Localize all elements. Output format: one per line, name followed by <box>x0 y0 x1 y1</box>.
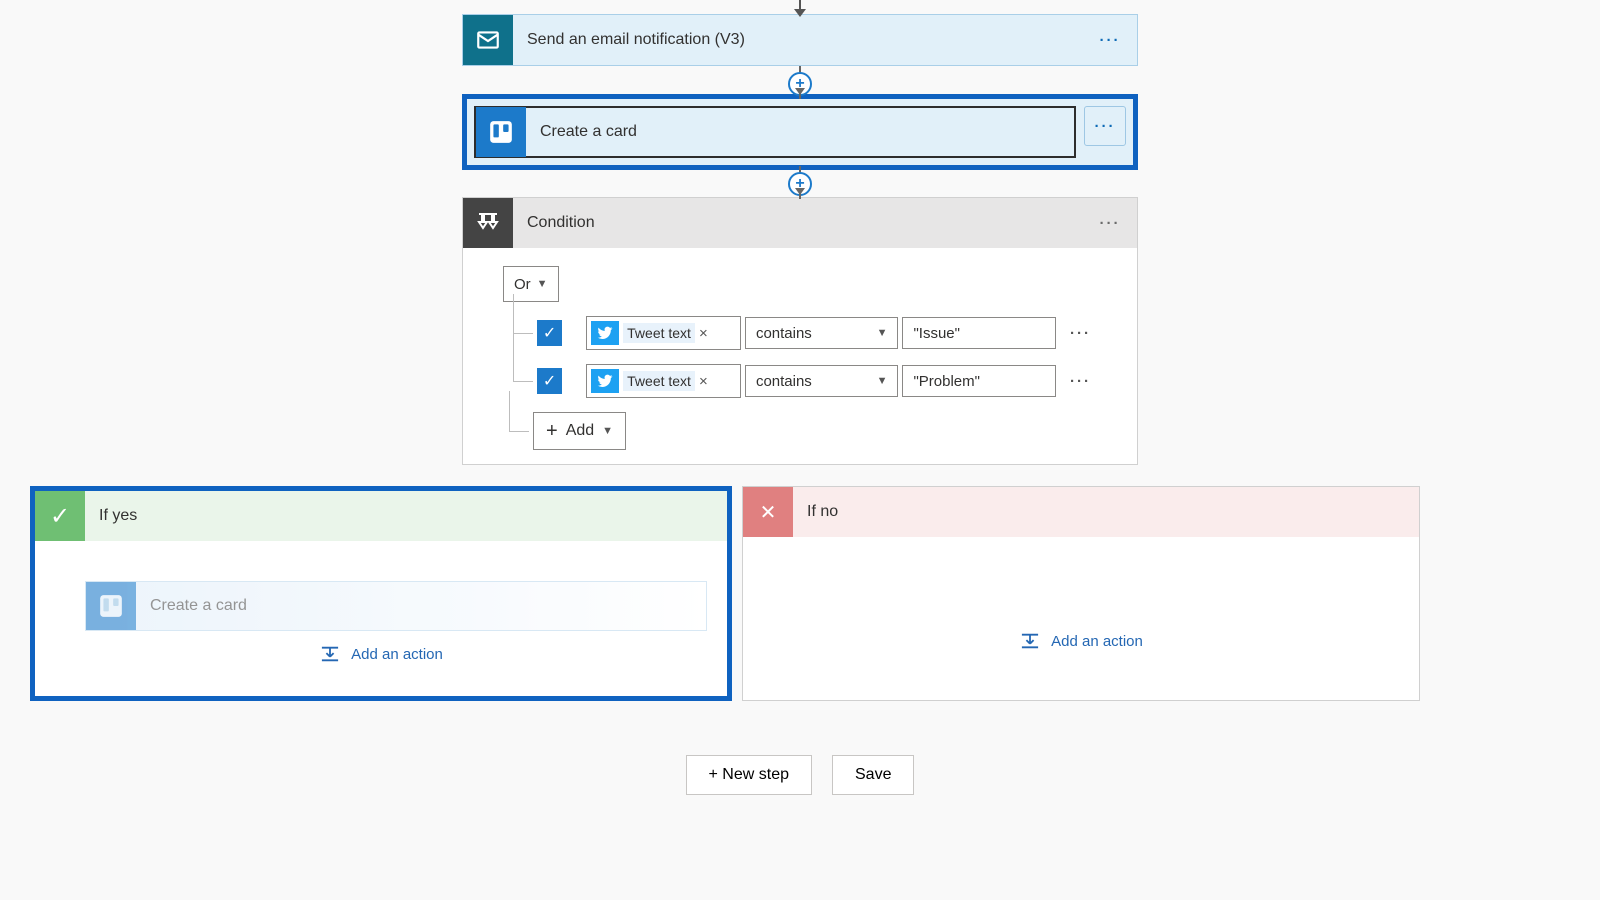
branch-no-body: Add an action <box>743 537 1419 670</box>
tree-connector <box>507 316 537 350</box>
branch-yes-title: If yes <box>85 507 137 525</box>
twitter-icon <box>591 321 619 345</box>
branch-no: ✕ If no Add an action <box>742 486 1420 701</box>
condition-menu[interactable]: ··· <box>1091 208 1129 238</box>
trello-icon <box>86 582 136 630</box>
flow-column: Send an email notification (V3) ··· + Cr… <box>462 0 1138 465</box>
add-action-no[interactable]: Add an action <box>1019 632 1143 650</box>
action-trello-selected[interactable]: Create a card ··· <box>462 94 1138 170</box>
remove-token-icon[interactable]: × <box>699 373 708 390</box>
condition-value-text: "Problem" <box>913 373 980 390</box>
branch-yes: ✓ If yes Create a card Add an action <box>30 486 732 701</box>
condition-field-token[interactable]: Tweet text × <box>586 316 741 350</box>
condition-body: Or ▼ ✓ Tweet text × contains <box>463 248 1137 464</box>
action-trello-title: Create a card <box>526 123 1074 141</box>
action-email-card[interactable]: Send an email notification (V3) ··· <box>462 14 1138 66</box>
condition-operator-select[interactable]: contains ▼ <box>745 317 899 349</box>
condition-header[interactable]: Condition ··· <box>463 198 1137 248</box>
condition-row: ✓ Tweet text × contains ▼ "Problem" <box>507 364 1097 398</box>
branch-yes-header[interactable]: ✓ If yes <box>35 491 727 541</box>
new-step-button[interactable]: + New step <box>686 755 812 795</box>
condition-field-label: Tweet text <box>623 323 695 343</box>
add-action-icon <box>319 645 341 663</box>
branch-yes-body: Create a card Add an action <box>35 541 727 683</box>
condition-row-menu[interactable]: ··· <box>1064 373 1097 390</box>
condition-logic-label: Or <box>514 276 531 293</box>
action-email-title: Send an email notification (V3) <box>513 31 1091 49</box>
condition-title: Condition <box>513 214 1091 232</box>
condition-field-label: Tweet text <box>623 371 695 391</box>
action-trello-menu[interactable]: ··· <box>1084 106 1126 146</box>
condition-value-input[interactable]: "Issue" <box>902 317 1056 349</box>
connector-2: + <box>462 166 1138 200</box>
branch-no-title: If no <box>793 503 838 521</box>
connector-1: + <box>462 66 1138 100</box>
branch-no-header[interactable]: ✕ If no <box>743 487 1419 537</box>
tree-connector <box>507 364 537 398</box>
add-action-yes[interactable]: Add an action <box>319 645 443 663</box>
chevron-down-icon: ▼ <box>877 327 888 339</box>
condition-value-text: "Issue" <box>913 325 960 342</box>
action-email-menu[interactable]: ··· <box>1091 25 1129 55</box>
condition-add-row: + Add ▼ <box>503 412 1097 450</box>
twitter-icon <box>591 369 619 393</box>
condition-row: ✓ Tweet text × contains ▼ "Issue" <box>507 316 1097 350</box>
condition-operator-label: contains <box>756 373 812 390</box>
chevron-down-icon: ▼ <box>602 425 613 437</box>
condition-branches: ✓ If yes Create a card Add an action <box>0 486 1450 701</box>
add-action-label: Add an action <box>1051 633 1143 650</box>
condition-rows: ✓ Tweet text × contains ▼ "Issue" <box>507 316 1097 398</box>
plus-icon: + <box>546 420 558 443</box>
condition-row-menu[interactable]: ··· <box>1064 325 1097 342</box>
condition-card: Condition ··· Or ▼ ✓ Tweet text × <box>462 197 1138 465</box>
condition-add-label: Add <box>566 422 594 440</box>
footer: + New step Save <box>0 755 1600 795</box>
condition-operator-select[interactable]: contains ▼ <box>745 365 899 397</box>
condition-row-checkbox[interactable]: ✓ <box>537 320 562 346</box>
condition-logic-select[interactable]: Or ▼ <box>503 266 559 302</box>
add-action-icon <box>1019 632 1041 650</box>
email-icon <box>463 15 513 65</box>
condition-add-button[interactable]: + Add ▼ <box>533 412 626 450</box>
check-icon: ✓ <box>35 491 85 541</box>
trello-icon <box>476 107 526 157</box>
condition-value-input[interactable]: "Problem" <box>902 365 1056 397</box>
condition-operator-label: contains <box>756 325 812 342</box>
condition-icon <box>463 198 513 248</box>
drop-target-card[interactable]: Create a card <box>85 581 707 631</box>
drop-target-title: Create a card <box>136 597 247 615</box>
tree-connector <box>503 413 533 449</box>
condition-field-token[interactable]: Tweet text × <box>586 364 741 398</box>
chevron-down-icon: ▼ <box>537 278 548 290</box>
arrow-in-top <box>462 0 1138 14</box>
chevron-down-icon: ▼ <box>877 375 888 387</box>
condition-row-checkbox[interactable]: ✓ <box>537 368 562 394</box>
remove-token-icon[interactable]: × <box>699 325 708 342</box>
save-button[interactable]: Save <box>832 755 914 795</box>
close-icon: ✕ <box>743 487 793 537</box>
add-action-label: Add an action <box>351 646 443 663</box>
